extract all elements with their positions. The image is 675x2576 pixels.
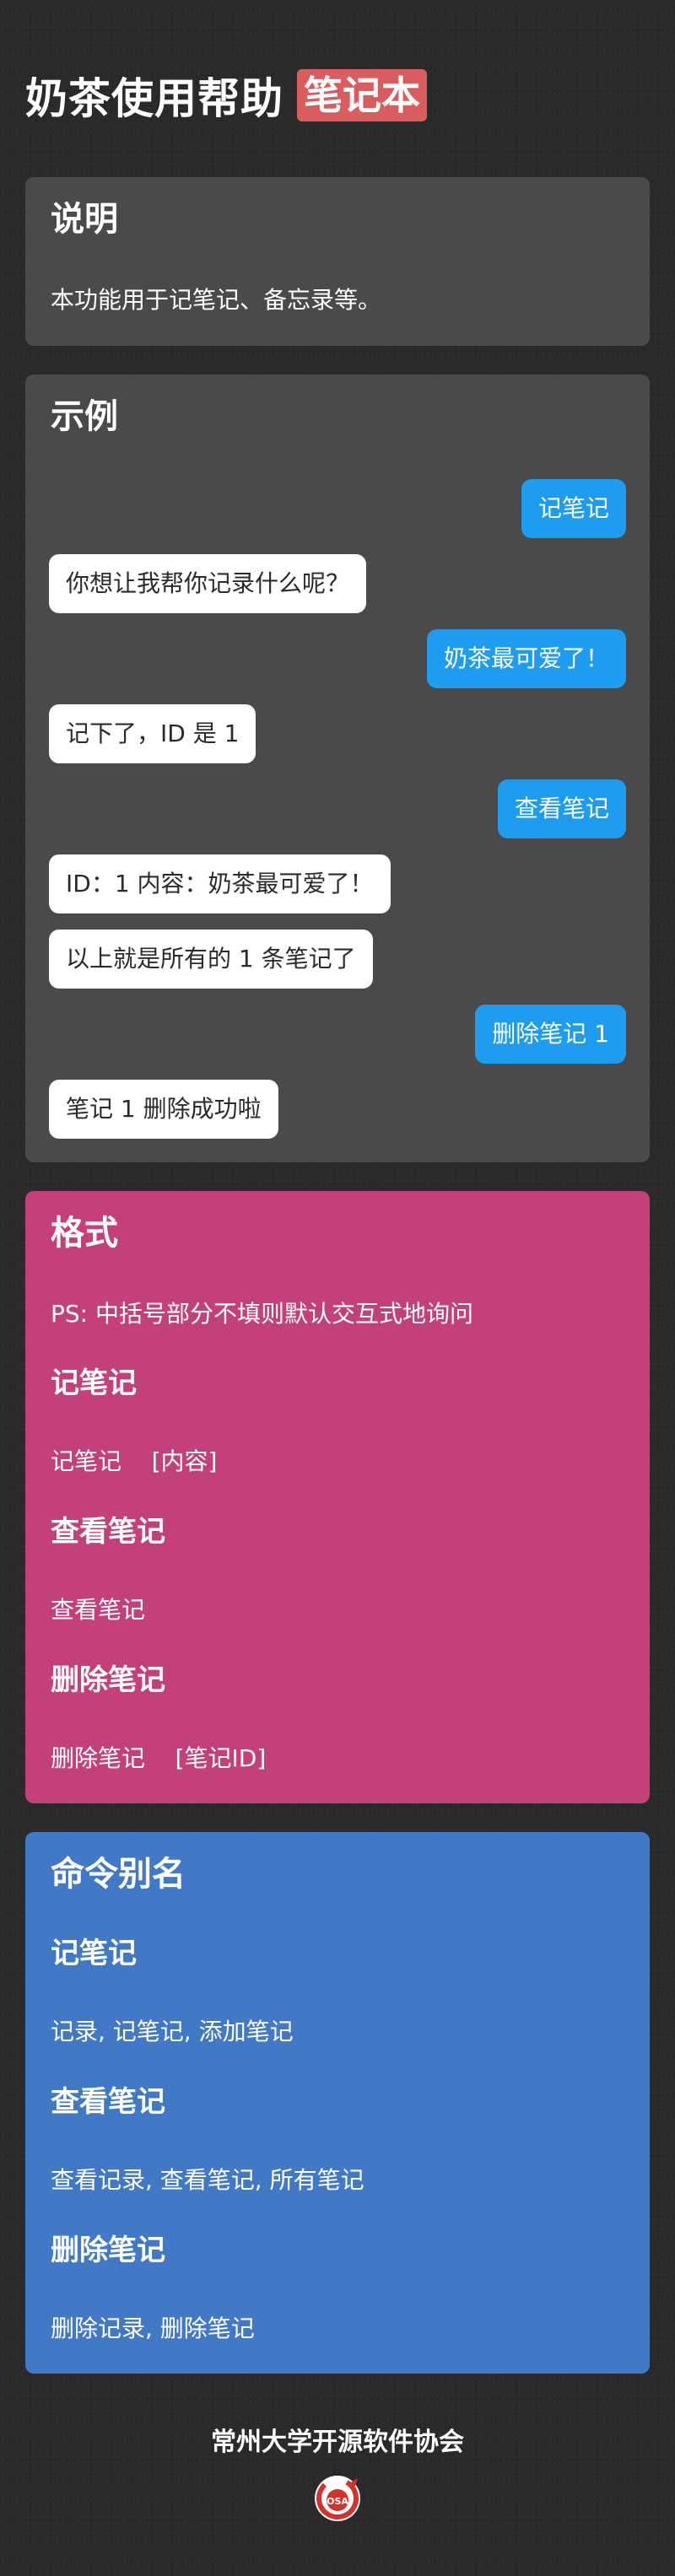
page-tag-badge: 笔记本 [297, 69, 427, 121]
description-text: 本功能用于记笔记、备忘录等。 [51, 286, 382, 314]
aliases-card: 命令别名 记笔记 记录, 记笔记, 添加笔记 查看笔记 查看记录, 查看笔记, … [25, 1832, 650, 2374]
example-card: 示例 记笔记 你想让我帮你记录什么呢？ 奶茶最可爱了！ 记下了，ID 是 1 查… [25, 375, 650, 1162]
chat-message-user: 删除笔记 1 [475, 1005, 626, 1064]
chat-message-user: 奶茶最可爱了！ [426, 629, 626, 688]
format-title: 格式 [51, 1214, 118, 1253]
chat-message-bot: 笔记 1 删除成功啦 [49, 1080, 278, 1139]
aliases-title: 命令别名 [51, 1855, 186, 1894]
format-command-name: 记笔记 [51, 1366, 137, 1400]
help-page: 奶茶使用帮助 笔记本 说明 本功能用于记笔记、备忘录等。 示例 记笔记 你想让我… [0, 0, 675, 2576]
page-header: 奶茶使用帮助 笔记本 [25, 66, 427, 125]
format-command-usage: 记笔记 [内容] [51, 1447, 218, 1475]
page-title: 奶茶使用帮助 [25, 74, 284, 123]
chat-message-user: 查看笔记 [497, 779, 626, 838]
alias-command-name: 记笔记 [51, 1937, 137, 1970]
alias-list: 记录, 记笔记, 添加笔记 [51, 2018, 294, 2045]
format-card: 格式 PS: 中括号部分不填则默认交互式地询问 记笔记 记笔记 [内容] 查看笔… [25, 1191, 650, 1803]
alias-list: 查看记录, 查看笔记, 所有笔记 [51, 2166, 364, 2194]
format-command-usage: 删除笔记 [笔记ID] [51, 1744, 267, 1772]
alias-command-name: 查看笔记 [51, 2085, 165, 2119]
osa-logo-icon: OSA [315, 2476, 360, 2521]
alias-list: 删除记录, 删除笔记 [51, 2315, 255, 2342]
format-note: PS: 中括号部分不填则默认交互式地询问 [51, 1300, 473, 1328]
chat-message-user: 记笔记 [521, 479, 626, 538]
format-command-name: 查看笔记 [51, 1515, 165, 1549]
chat-message-bot: 以上就是所有的 1 条笔记了 [49, 930, 373, 989]
chat-message-bot: 你想让我帮你记录什么呢？ [49, 554, 367, 613]
description-title: 说明 [51, 200, 118, 239]
format-command-usage: 查看笔记 [51, 1596, 146, 1624]
description-card: 说明 本功能用于记笔记、备忘录等。 [25, 177, 650, 346]
alias-command-name: 删除笔记 [51, 2234, 165, 2267]
footer-organization: 常州大学开源软件协会 [211, 2428, 464, 2457]
chat-message-bot: 记下了，ID 是 1 [49, 704, 256, 763]
chat-message-bot: ID：1 内容：奶茶最可爱了！ [49, 854, 391, 913]
example-title: 示例 [51, 397, 118, 436]
format-command-name: 删除笔记 [51, 1663, 165, 1697]
logo-text: OSA [327, 2496, 348, 2507]
